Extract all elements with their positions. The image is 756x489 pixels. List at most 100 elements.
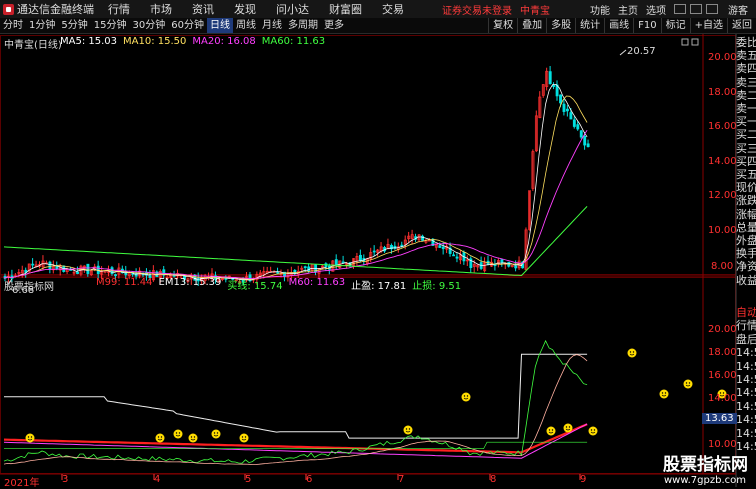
menu-item-news[interactable]: 资讯 [192,1,214,17]
period-15min[interactable]: 15分钟 [91,18,130,33]
ma5-line [3,83,588,281]
y-tick: 12.00 [708,190,737,201]
period-monthly[interactable]: 月线 [259,18,285,33]
login-warning[interactable]: 证券交易未登录 [442,2,512,17]
order-panel-item: 买二 [736,128,756,142]
candle-body [500,259,504,263]
tool-f10[interactable]: F10 [633,18,660,33]
x-axis: 2021年 3 4 5 6 7 8 9 [0,474,736,489]
order-panel-item: 卖二 [736,88,756,102]
menu-item-ask[interactable]: 问小达 [276,1,309,17]
y-tick: 10.00 [708,439,737,450]
stock-name: 中青宝 [520,5,550,17]
lower-panel-item: 14:5 [736,346,756,360]
period-30min[interactable]: 30分钟 [129,18,168,33]
period-timeshare[interactable]: 分时 [0,18,26,33]
tool-stats[interactable]: 统计 [575,18,604,33]
candle-body [114,274,117,276]
menu-item-trade[interactable]: 交易 [382,1,404,17]
y-tick: 20.00 [708,324,737,335]
watermark-title: 股票指标网 [663,455,748,475]
order-panel-item: 换手 [736,247,756,261]
candle-body [552,84,556,87]
main-chart-title: 中青宝(日线) [4,40,62,51]
candle-body [586,143,590,148]
ma20-label: MA20: 16.08 [192,36,256,47]
candle-body [576,124,580,130]
signal-smiley-icon [403,425,413,435]
candle-body [86,263,90,274]
signal-smiley-icon [546,426,556,436]
period-60min[interactable]: 60分钟 [168,18,207,33]
menu-home[interactable]: 主页 [618,2,638,17]
app-name: 通达信金融终端 [17,3,94,16]
candle-body [372,250,376,253]
menu-item-discover[interactable]: 发现 [234,1,256,17]
menu-function[interactable]: 功能 [590,2,610,17]
tool-back[interactable]: 返回 [727,18,756,33]
lower-panel-item: 行情 [736,319,756,333]
candle-body [359,254,362,261]
ma-legend: MA5: 15.03 MA10: 15.50 MA20: 16.08 MA60:… [60,36,325,47]
order-panel-item: 委比 [736,36,756,49]
lower-panel-item[interactable]: 自动 [736,306,756,319]
order-panel-item: 总量 [736,220,756,234]
ma5-label: MA5: 15.03 [60,36,118,47]
lower-side-panel: 自动行情盘后14:514:514:514:514:514:514:514:5 [736,306,756,453]
signal-smiley-icon [683,379,693,389]
menu-options[interactable]: 选项 [646,2,666,17]
order-panel-item: 收益 [736,273,756,287]
menu-item-wealth[interactable]: 财富圈 [329,1,362,17]
maximize-icon[interactable] [690,4,702,14]
candle-body [76,271,79,274]
app-logo-icon [3,3,14,15]
tool-add-watchlist[interactable]: +自选 [689,18,727,33]
x-tick: 7 [398,474,405,485]
order-panel-item: 买五 [736,168,756,182]
tool-overlay[interactable]: 叠加 [517,18,546,33]
y-tick: 18.00 [708,87,737,98]
m60-label: M60: 11.63 [288,277,346,288]
take-profit-line [4,353,588,439]
high-price-label: 20.57 [627,46,656,57]
main-price-plot [3,49,627,287]
menu-guest[interactable]: 游客 [728,2,748,17]
m99-label: M99: 11.44 [96,277,153,288]
kline-chart[interactable] [0,34,756,487]
signal-smiley-icon [173,429,183,439]
tool-mark[interactable]: 标记 [660,18,690,33]
signal-smiley-icon [239,433,249,443]
close-icon[interactable] [706,4,718,14]
candle-body [303,266,307,269]
tool-draw[interactable]: 画线 [604,18,633,33]
period-weekly[interactable]: 周线 [233,18,259,33]
period-daily[interactable]: 日线 [206,18,233,33]
candle-body [569,112,573,120]
order-panel-item: 外盘 [736,234,756,248]
period-multi[interactable]: 多周期 [285,18,321,33]
candle-body [562,103,566,112]
order-panel-item: 卖四 [736,62,756,76]
indicator-legend: M99: 11.44 EM13: 15.39 买线: 15.74 M60: 11… [96,277,461,292]
lower-panel-item: 14:5 [736,373,756,387]
ma60-label: MA60: 11.63 [261,36,326,47]
indicator-plot [3,339,727,465]
period-more[interactable]: 更多 [321,18,347,33]
period-5min[interactable]: 5分钟 [58,18,90,33]
indicator-frame [0,277,736,474]
x-tick: 3 [62,474,69,485]
minimize-icon[interactable] [674,4,686,14]
tool-adjust[interactable]: 复权 [488,18,517,33]
lower-panel-item: 14:5 [736,359,756,373]
lower-panel-item: 14:5 [736,413,756,427]
ma10-label: MA10: 15.50 [123,36,187,47]
candle-body [514,265,518,269]
menu-item-quotes[interactable]: 行情 [108,1,130,17]
x-tick: 6 [306,474,313,485]
candle-body [276,271,280,274]
menu-item-market[interactable]: 市场 [150,1,172,17]
watermark-url: www.7gpzb.com [664,475,746,486]
period-1min[interactable]: 1分钟 [26,18,58,33]
signal-smiley-icon [211,429,221,439]
tool-multi-stock[interactable]: 多股 [546,18,575,33]
